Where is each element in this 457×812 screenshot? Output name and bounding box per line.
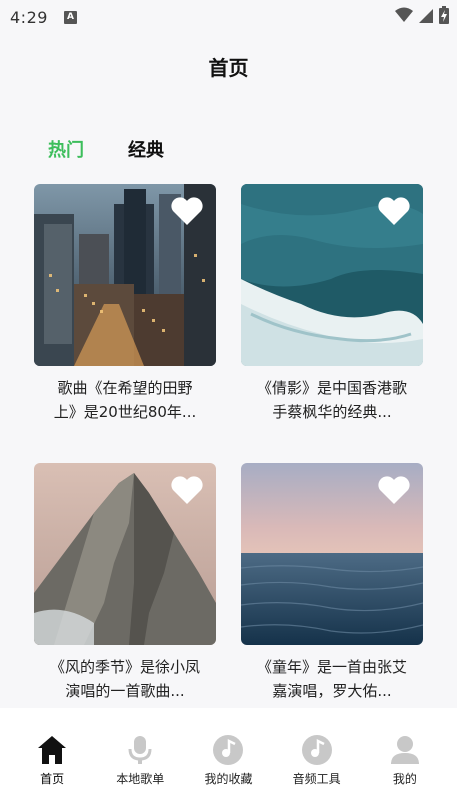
bottom-nav: 首页 本地歌单 我的收藏 音频工具 我的 xyxy=(0,708,457,812)
heart-icon[interactable] xyxy=(170,196,204,226)
signal-icon xyxy=(419,9,433,23)
nav-label: 我的收藏 xyxy=(204,772,253,786)
battery-icon xyxy=(439,6,449,24)
home-icon xyxy=(38,736,67,764)
nav-item-local-playlist[interactable]: 本地歌单 xyxy=(97,708,183,812)
song-card[interactable]: 《倩影》是中国香港歌手蔡枫华的经典... xyxy=(241,184,423,424)
song-card[interactable]: 《风的季节》是徐小凤演唱的一首歌曲... xyxy=(34,463,216,703)
nav-item-audio-tools[interactable]: 音频工具 xyxy=(274,708,360,812)
heart-icon[interactable] xyxy=(170,475,204,505)
nav-label: 音频工具 xyxy=(292,772,341,786)
status-icons xyxy=(395,6,449,24)
tab-classic[interactable]: 经典 xyxy=(128,136,164,162)
card-image-mountain[interactable] xyxy=(34,463,216,645)
status-time: 4:29 xyxy=(10,7,48,27)
microphone-icon xyxy=(128,736,152,764)
card-image-sea[interactable] xyxy=(241,463,423,645)
card-description: 《童年》是一首由张艾嘉演唱，罗大佑... xyxy=(257,658,408,700)
card-image-city[interactable] xyxy=(34,184,216,366)
nav-item-mine[interactable]: 我的 xyxy=(362,708,448,812)
user-icon xyxy=(390,736,419,764)
nav-label: 本地歌单 xyxy=(116,772,165,786)
wifi-icon xyxy=(395,7,413,22)
card-description: 歌曲《在希望的田野上》是20世纪80年... xyxy=(53,379,197,421)
song-card[interactable]: 《童年》是一首由张艾嘉演唱，罗大佑... xyxy=(241,463,423,703)
song-card[interactable]: 歌曲《在希望的田野上》是20世纪80年... xyxy=(34,184,216,424)
music-disc-icon xyxy=(213,735,244,765)
card-description: 《倩影》是中国香港歌手蔡枫华的经典... xyxy=(257,379,408,421)
page-title: 首页 xyxy=(208,56,249,80)
nav-item-home[interactable]: 首页 xyxy=(9,708,95,812)
heart-icon[interactable] xyxy=(377,196,411,226)
notification-icon: A xyxy=(63,10,77,24)
category-tabs: 热门 经典 xyxy=(48,136,164,162)
status-bar: 4:29 A xyxy=(0,0,457,34)
nav-label: 我的 xyxy=(392,772,417,786)
tab-hot[interactable]: 热门 xyxy=(48,136,84,162)
card-image-ocean[interactable] xyxy=(241,184,423,366)
nav-label: 首页 xyxy=(40,772,65,786)
nav-item-favorites[interactable]: 我的收藏 xyxy=(185,708,271,812)
heart-icon[interactable] xyxy=(377,475,411,505)
card-description: 《风的季节》是徐小凤演唱的一首歌曲... xyxy=(50,658,201,700)
music-disc-icon xyxy=(301,735,332,765)
